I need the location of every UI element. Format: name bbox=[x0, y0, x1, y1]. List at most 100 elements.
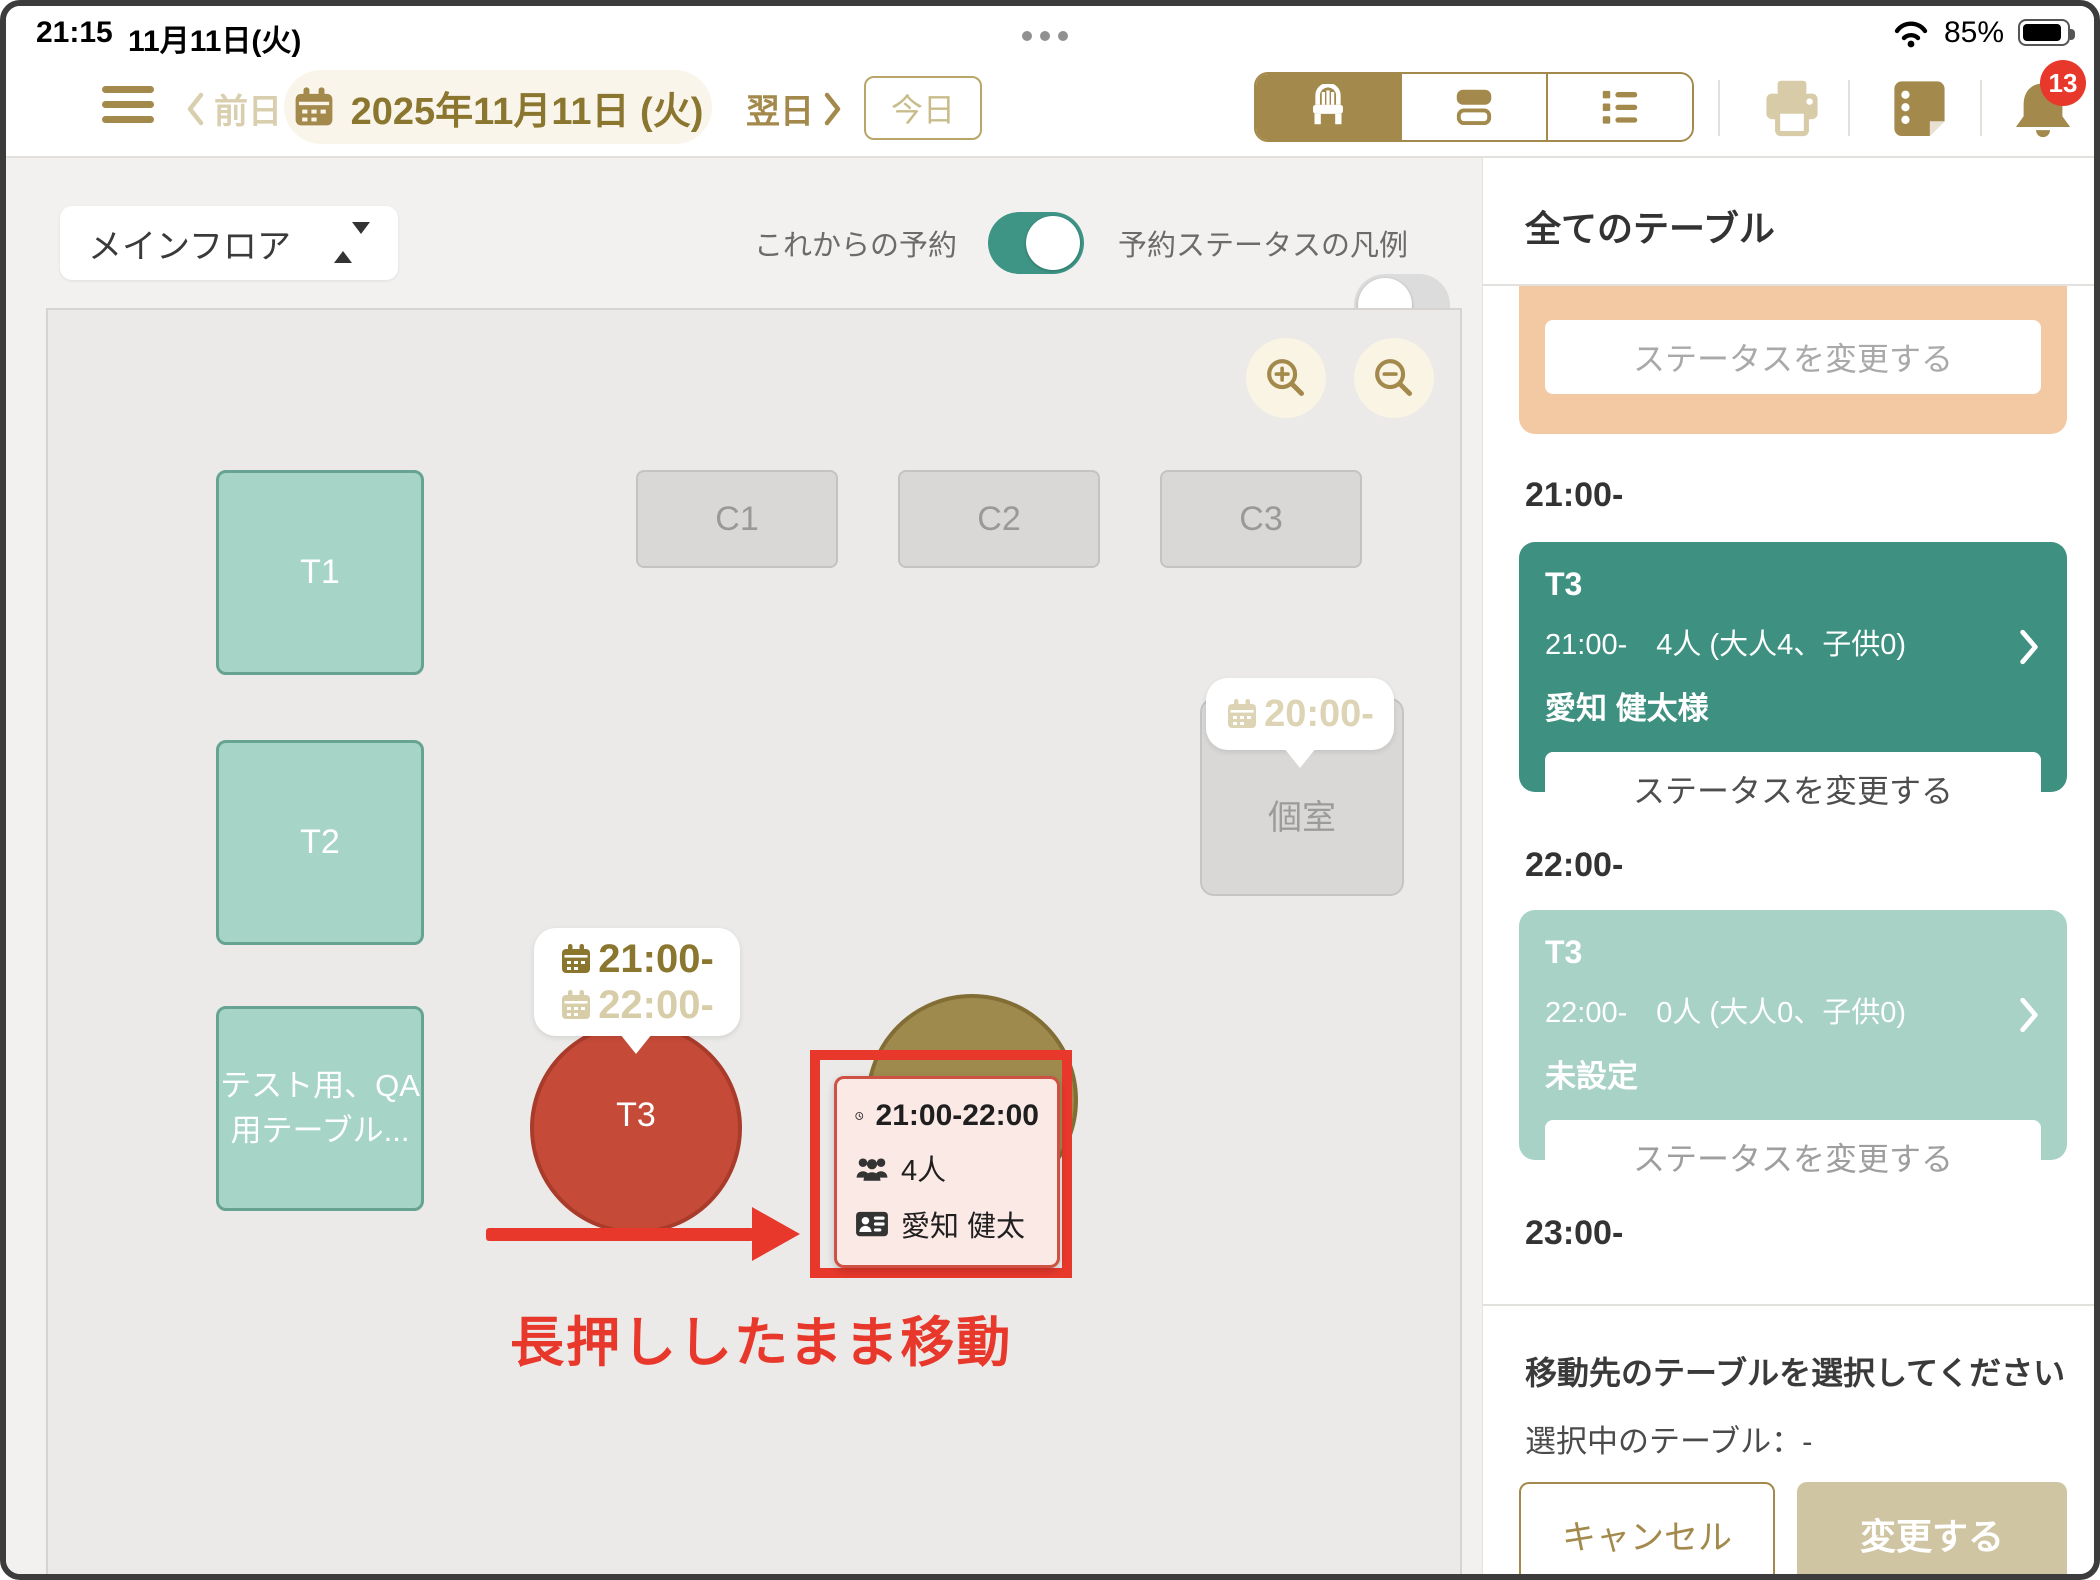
view-floor-map-tab[interactable] bbox=[1256, 74, 1402, 140]
t3-bubble-time-2: 22:00- bbox=[598, 983, 714, 1028]
wifi-icon bbox=[1892, 18, 1930, 48]
time-section-header: 21:00- bbox=[1525, 476, 1623, 515]
reservation-tooltip: 21:00-22:00 4人 bbox=[834, 1076, 1060, 1268]
annotation-arrow-head bbox=[752, 1207, 800, 1261]
t3-bubble-tail bbox=[620, 1034, 652, 1054]
floor-select-value: メインフロア bbox=[88, 219, 291, 268]
table-test-label-1: テスト用、QA bbox=[220, 1064, 420, 1109]
next-day-button[interactable]: 翌日 bbox=[746, 84, 844, 133]
move-prompt: 移動先のテーブルを選択してください bbox=[1525, 1348, 2065, 1394]
calendar-icon bbox=[1226, 698, 1258, 730]
view-cards-tab[interactable] bbox=[1402, 74, 1548, 140]
room-bubble-tail bbox=[1284, 748, 1316, 768]
menu-button[interactable] bbox=[102, 86, 154, 131]
notes-button[interactable] bbox=[1882, 74, 1952, 144]
battery-percent: 85% bbox=[1944, 16, 2004, 50]
main-area: メインフロア これからの予約 予約ステータスの凡例 bbox=[6, 158, 1482, 1574]
t3-bubble-time-1: 21:00- bbox=[598, 937, 714, 982]
people-icon bbox=[855, 1153, 889, 1183]
t3-time-bubble: 21:00- 22:00- bbox=[534, 928, 740, 1036]
today-button[interactable]: 今日 bbox=[864, 76, 982, 140]
chevron-left-icon bbox=[184, 91, 206, 127]
time-section-header: 23:00- bbox=[1525, 1214, 1623, 1253]
calendar-icon bbox=[560, 943, 592, 975]
status-card-orange[interactable]: ステータスを変更する bbox=[1519, 286, 2067, 434]
zoom-out-button[interactable] bbox=[1354, 338, 1434, 418]
tooltip-time: 21:00-22:00 bbox=[876, 1099, 1039, 1133]
zoom-out-icon bbox=[1372, 356, 1416, 400]
battery-icon bbox=[2018, 19, 2070, 46]
tooltip-party-size: 4人 bbox=[901, 1147, 946, 1189]
status-bar: 21:15 11月11日(火) 85% bbox=[6, 6, 2094, 58]
room-time-bubble: 20:00- bbox=[1206, 678, 1394, 750]
chevron-right-icon[interactable] bbox=[2017, 996, 2041, 1034]
next-day-label: 翌日 bbox=[746, 84, 814, 133]
selected-table-label: 選択中のテーブル：- bbox=[1525, 1416, 1812, 1461]
multitask-dots-icon bbox=[1018, 28, 1072, 46]
calendar-icon bbox=[560, 989, 592, 1021]
app-screen: 21:15 11月11日(火) 85% 前日 bbox=[0, 0, 2100, 1580]
status-time: 21:15 bbox=[36, 16, 113, 50]
time-section-header: 22:00- bbox=[1525, 846, 1623, 885]
date-label: 2025年11月11日 (火) bbox=[351, 80, 704, 135]
card-table-name: T3 bbox=[1545, 566, 2041, 603]
sort-arrows-icon bbox=[334, 234, 370, 252]
view-switcher bbox=[1254, 72, 1694, 142]
prev-day-label: 前日 bbox=[214, 84, 282, 133]
note-icon bbox=[1888, 77, 1948, 139]
chevron-right-icon bbox=[822, 91, 844, 127]
view-list-tab[interactable] bbox=[1548, 74, 1692, 140]
list-icon bbox=[1597, 84, 1643, 130]
card-guest-name: 未設定 bbox=[1545, 1051, 2041, 1096]
card-detail: 22:00- 0人 (大人0、子供0) bbox=[1545, 989, 2041, 1031]
clock-icon bbox=[855, 1100, 864, 1132]
floor-map: T1 T2 テスト用、QA 用テーブル... C1 C2 C3 個室 bbox=[46, 308, 1462, 1580]
toolbar-divider bbox=[1980, 80, 1982, 136]
prev-day-button[interactable]: 前日 bbox=[184, 84, 282, 133]
sidebar-footer-divider bbox=[1483, 1304, 2095, 1306]
table-test-label-2: 用テーブル... bbox=[231, 1109, 410, 1154]
table-t1[interactable]: T1 bbox=[216, 470, 424, 675]
date-picker[interactable]: 2025年11月11日 (火) bbox=[284, 70, 712, 144]
chair-icon bbox=[1305, 84, 1351, 130]
zoom-in-icon bbox=[1264, 356, 1308, 400]
table-t2[interactable]: T2 bbox=[216, 740, 424, 945]
table-c1[interactable]: C1 bbox=[636, 470, 838, 568]
room-bubble-time: 20:00- bbox=[1264, 693, 1374, 736]
annotation-text: 長押ししたまま移動 bbox=[510, 1298, 1012, 1377]
legend-toggle-label: 予約ステータスの凡例 bbox=[1118, 212, 1408, 274]
reservation-card-2100[interactable]: T3 21:00- 4人 (大人4、子供0) 愛知 健太様 ステータスを変更する bbox=[1519, 542, 2067, 792]
table-c2[interactable]: C2 bbox=[898, 470, 1100, 568]
upcoming-toggle[interactable] bbox=[988, 212, 1084, 274]
sidebar-title: 全てのテーブル bbox=[1525, 200, 1775, 252]
sidebar: 全てのテーブル ステータスを変更する 21:00- T3 21:00- 4人 (… bbox=[1482, 158, 2094, 1574]
status-date: 11月11日(火) bbox=[128, 16, 301, 60]
card-table-name: T3 bbox=[1545, 934, 2041, 971]
printer-icon bbox=[1760, 76, 1824, 140]
toolbar: 前日 2025年11月11日 (火) 翌日 今日 bbox=[6, 58, 2094, 156]
table-test[interactable]: テスト用、QA 用テーブル... bbox=[216, 1006, 424, 1211]
card-guest-name: 愛知 健太様 bbox=[1545, 683, 2041, 728]
annotation-arrow-shaft bbox=[486, 1228, 754, 1241]
change-status-button[interactable]: ステータスを変更する bbox=[1545, 752, 2041, 826]
change-status-button[interactable]: ステータスを変更する bbox=[1545, 1120, 2041, 1194]
calendar-icon bbox=[293, 86, 335, 128]
reservation-card-2200[interactable]: T3 22:00- 0人 (大人0、子供0) 未設定 ステータスを変更する bbox=[1519, 910, 2067, 1160]
floor-select[interactable]: メインフロア bbox=[60, 206, 398, 280]
cards-icon bbox=[1451, 84, 1497, 130]
table-t3-label: T3 bbox=[616, 1096, 656, 1135]
card-detail: 21:00- 4人 (大人4、子供0) bbox=[1545, 621, 2041, 663]
print-button[interactable] bbox=[1754, 74, 1824, 144]
tooltip-guest-name: 愛知 健太 bbox=[901, 1203, 1025, 1245]
id-card-icon bbox=[855, 1209, 889, 1239]
confirm-change-button[interactable]: 変更する bbox=[1797, 1482, 2067, 1580]
toolbar-divider bbox=[1718, 80, 1720, 136]
notification-badge: 13 bbox=[2040, 60, 2086, 106]
zoom-in-button[interactable] bbox=[1246, 338, 1326, 418]
cancel-button[interactable]: キャンセル bbox=[1519, 1482, 1775, 1580]
table-c3[interactable]: C3 bbox=[1160, 470, 1362, 568]
chevron-right-icon[interactable] bbox=[2017, 628, 2041, 666]
upcoming-toggle-label: これからの予約 bbox=[754, 212, 957, 274]
toolbar-divider bbox=[1848, 80, 1850, 136]
change-status-button[interactable]: ステータスを変更する bbox=[1545, 320, 2041, 394]
